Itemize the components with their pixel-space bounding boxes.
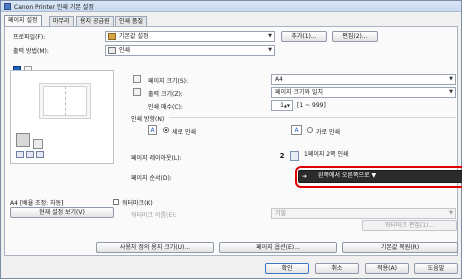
page-size-value: A4 [275,76,283,83]
duplex-icon [16,151,24,158]
help-button[interactable]: 도움말 [414,263,458,274]
orientation-divider [169,117,456,118]
chevron-down-icon: ▼ [371,172,377,179]
tab-print-quality[interactable]: 인쇄 품질 [115,16,147,26]
chevron-down-icon: ▼ [268,33,272,39]
arrow-right-icon: ➔ [302,173,308,180]
ok-button[interactable]: 확인 [265,263,309,274]
paper-stack-icon [33,139,43,149]
orientation-label: 인쇄 방향(N) [131,116,165,123]
profile-value: 기본값 설정 [119,33,149,40]
output-size-icon [133,88,141,96]
chevron-down-icon: ▼ [449,76,453,82]
spinner-icon[interactable]: ▲▼ [284,101,290,110]
watermark-name-label: 워터마크 이름(E): [131,212,177,219]
watermark-select[interactable]: 기밀 ▼ [271,208,456,219]
finishing-icon [36,151,44,158]
profile-select[interactable]: 기본값 설정 ▼ [105,31,275,42]
chevron-down-icon: ▼ [268,47,272,53]
page-layout-select[interactable]: 1페이지 2쪽 인쇄 [301,150,462,161]
printer-app-icon [4,3,11,10]
landscape-icon: A [291,125,302,135]
output-method-select[interactable]: 인쇄 ▼ [105,45,275,56]
view-settings-button[interactable]: 현재 설정 보기(V) [10,207,114,218]
page-order-label: 페이지 순서(D): [131,175,172,182]
output-size-value: 페이지 크기와 일치 [275,89,323,96]
watermark-edit-button[interactable]: 워터마크 편집(1)... [362,220,457,231]
page-layout-value: 1페이지 2쪽 인쇄 [304,151,349,158]
printer-icon [16,133,30,147]
cancel-button[interactable]: 취소 [315,263,359,274]
profile-edit-button[interactable]: 편집(2)... [332,31,378,42]
page-layout-label: 페이지 레이아웃(L): [131,155,182,162]
portrait-label[interactable]: 세로 인쇄 [172,127,196,136]
preview-caption: A4 [배율 조정: 자동] [10,200,64,207]
printer-preferences-window: Canon Printer 인쇄 기본 설정 페이지 설정 마무리 용지 공급원… [0,0,462,279]
profile-add-button[interactable]: 추가(1)... [281,31,327,42]
page-size-select[interactable]: A4 ▼ [271,74,456,85]
print-output-icon [108,47,116,54]
layout-count-icon: 2 [279,152,285,160]
page-options-button[interactable]: 페이지 옵션(E)... [219,242,337,253]
landscape-radio[interactable] [307,127,313,133]
profile-icon [108,33,116,40]
page-order-select[interactable]: ➔ 왼쪽에서 오른쪽으로 ▼ [298,170,462,183]
custom-paper-size-button[interactable]: 사용자 정의 용지 크기(U)... [96,242,214,253]
portrait-radio[interactable] [163,127,169,133]
apply-button[interactable]: 적용(A) [365,263,409,274]
copies-input[interactable]: 1 ▲▼ [271,100,293,111]
output-size-select[interactable]: 페이지 크기와 일치 ▼ [271,87,456,98]
staple-icon [26,151,34,158]
output-size-label: 출력 크기(Z): [148,91,183,98]
title-bar: Canon Printer 인쇄 기본 설정 [1,1,461,12]
tab-finishing[interactable]: 마무리 [49,16,74,26]
watermark-label[interactable]: 워터마크(K) [122,198,153,207]
chevron-down-icon: ▼ [449,89,453,95]
page-order-value: 왼쪽에서 오른쪽으로 [317,172,370,179]
page-layout-icon [290,151,299,161]
restore-defaults-button[interactable]: 기본값 복원(R) [342,242,458,253]
page-size-icon [133,75,141,83]
tab-paper-source[interactable]: 용지 공급원 [76,16,114,26]
copies-range: [1 ~ 999] [297,102,326,109]
chevron-down-icon: ▼ [449,210,453,216]
watermark-checkbox[interactable] [113,199,119,205]
profile-label: 프로파일(F): [13,34,46,41]
output-method-value: 인쇄 [119,47,131,54]
landscape-label[interactable]: 가로 인쇄 [316,127,340,136]
preview-page-2 [65,86,87,116]
watermark-value: 기밀 [275,210,287,217]
portrait-icon: A [148,125,157,135]
window-title: Canon Printer 인쇄 기본 설정 [14,4,94,11]
copies-label: 인쇄 매수(C): [148,104,183,111]
page-size-label: 페이지 크기(S): [148,78,189,85]
print-preview [10,70,114,164]
output-method-label: 출력 방법(M): [13,48,49,55]
